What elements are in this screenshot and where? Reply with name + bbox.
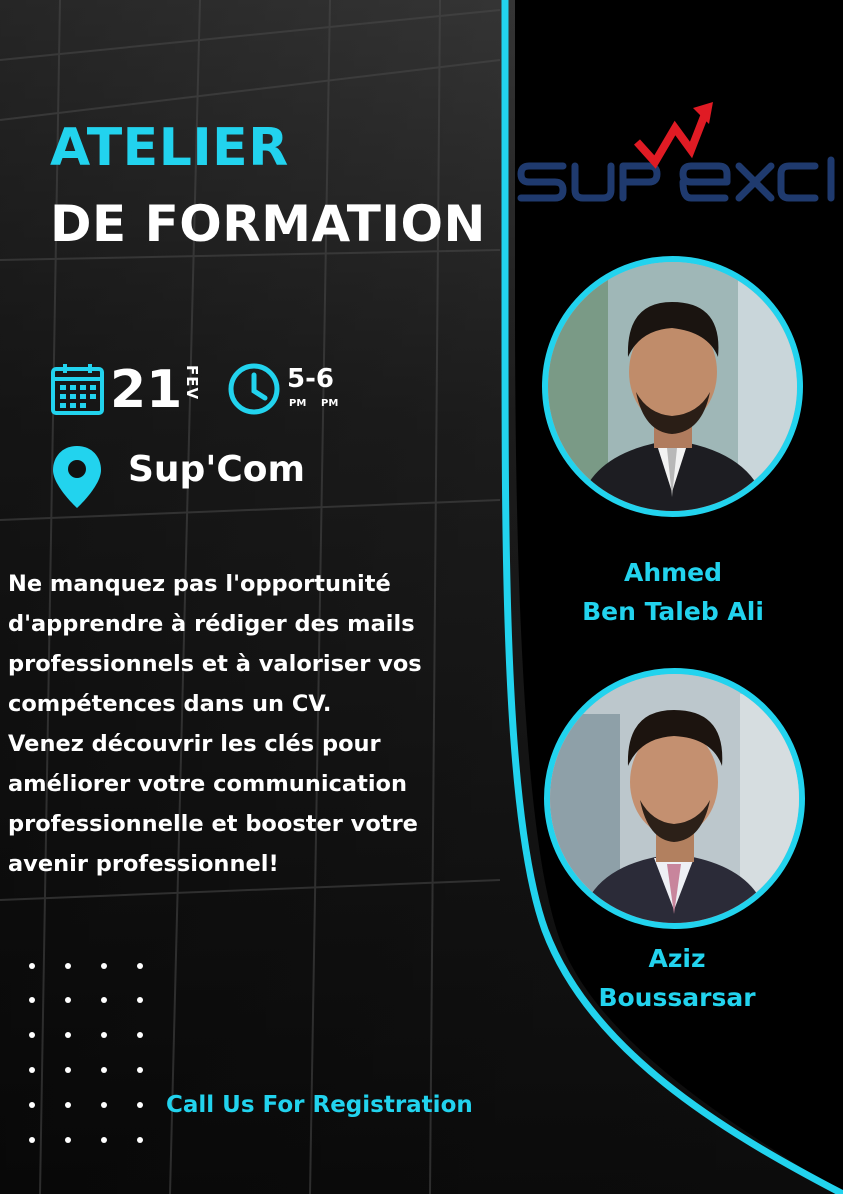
decorative-dots: [29, 963, 143, 1143]
calendar-icon: [51, 364, 104, 415]
speaker-photo-aziz: [544, 668, 805, 929]
person-icon: [548, 262, 797, 511]
description-line: professionnelle et booster votre: [8, 811, 418, 837]
description-line: Venez découvrir les clés pour: [8, 731, 381, 757]
description-line: professionnels et à valoriser vos: [8, 651, 422, 677]
person-icon: [550, 674, 799, 923]
speaker-name-2: Aziz Boussarsar: [566, 939, 788, 1017]
speaker-name-1: Ahmed Ben Taleb Ali: [560, 553, 786, 631]
event-day: 21: [110, 360, 183, 420]
location-pin-icon: [53, 446, 101, 508]
event-time: 5-6: [287, 364, 334, 394]
speaker-last-name: Ben Taleb Ali: [582, 597, 764, 626]
description-line: compétences dans un CV.: [8, 691, 332, 717]
event-description: Ne manquez pas l'opportunité d'apprendre…: [8, 564, 488, 884]
sup-excel-logo: [517, 102, 835, 202]
speaker-first-name: Aziz: [648, 944, 706, 973]
description-line: Ne manquez pas l'opportunité: [8, 571, 391, 597]
title-line-1: ATELIER: [50, 118, 289, 178]
event-poster: ATELIER DE FORMATION 21 FEV 5-6 PM PM Su…: [0, 0, 843, 1194]
description-line: d'apprendre à rédiger des mails: [8, 611, 415, 637]
description-line: avenir professionnel!: [8, 851, 279, 877]
time-start-period: PM: [289, 398, 307, 409]
speaker-photo-ahmed: [542, 256, 803, 517]
speaker-last-name: Boussarsar: [598, 983, 756, 1012]
event-month: FEV: [183, 365, 201, 401]
description-line: améliorer votre communication: [8, 771, 408, 797]
time-end-period: PM: [321, 398, 339, 409]
clock-icon: [228, 363, 280, 415]
logo-arrow-icon: [634, 102, 713, 169]
title-line-2: DE FORMATION: [50, 195, 486, 253]
event-location: Sup'Com: [128, 449, 306, 490]
registration-cta: Call Us For Registration: [166, 1092, 473, 1118]
speaker-first-name: Ahmed: [623, 558, 723, 587]
